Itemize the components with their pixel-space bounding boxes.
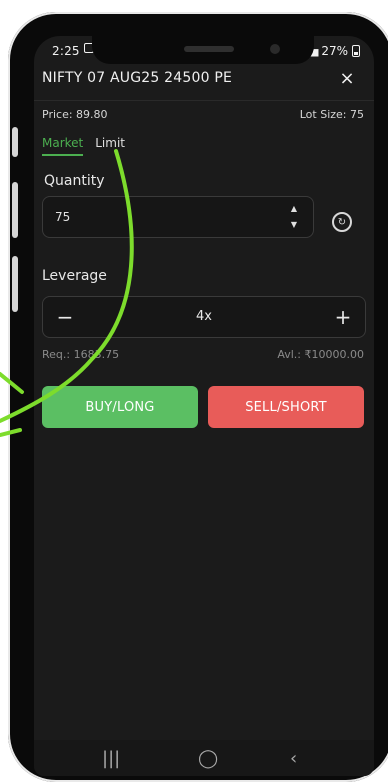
- quantity-input[interactable]: 75 ▲ ▼: [42, 196, 314, 238]
- quantity-value: 75: [55, 210, 71, 224]
- leverage-label: Leverage: [42, 268, 107, 284]
- side-button-top: [12, 127, 18, 157]
- system-navigation: ||| ◯ ‹: [34, 740, 374, 776]
- tab-limit[interactable]: Limit: [95, 136, 125, 156]
- sell-short-button[interactable]: SELL/SHORT: [208, 386, 364, 428]
- stepper-icon[interactable]: ▲ ▼: [289, 205, 299, 229]
- side-button-bottom: [12, 256, 18, 312]
- available-balance: Avl.: ₹10000.00: [277, 348, 364, 361]
- requirements-row: Req.: 1683.75 Avl.: ₹10000.00: [42, 348, 364, 361]
- lot-size-label: Lot Size: 75: [299, 108, 364, 121]
- leverage-control: − 4x +: [42, 296, 366, 338]
- stepper-down-icon[interactable]: ▼: [291, 221, 297, 229]
- battery-percentage: 27%: [321, 44, 348, 58]
- back-icon[interactable]: ‹: [290, 748, 297, 769]
- required-margin: Req.: 1683.75: [42, 348, 120, 361]
- order-type-tabs: Market Limit: [42, 136, 125, 156]
- status-time: 2:25: [52, 44, 80, 58]
- camera-notch: [92, 36, 314, 64]
- quantity-label: Quantity: [44, 173, 105, 189]
- instrument-title: NIFTY 07 AUG25 24500 PE: [42, 70, 233, 86]
- price-label: Price: 89.80: [42, 108, 108, 121]
- header-divider: [34, 100, 374, 101]
- recent-apps-icon[interactable]: |||: [102, 748, 120, 769]
- price-row: Price: 89.80 Lot Size: 75: [42, 108, 364, 121]
- side-button-middle: [12, 182, 18, 238]
- close-icon[interactable]: ×: [338, 70, 356, 88]
- tab-market[interactable]: Market: [42, 136, 84, 156]
- home-icon[interactable]: ◯: [198, 748, 218, 769]
- app-screen: 2:25 ▂▃▅ 27% NIFTY 07 AUG25 24500 PE × P…: [34, 36, 374, 776]
- leverage-value: 4x: [196, 309, 212, 324]
- camera-icon: [270, 44, 280, 54]
- refresh-icon[interactable]: ↻: [332, 212, 352, 232]
- stepper-up-icon[interactable]: ▲: [291, 205, 297, 213]
- leverage-plus-button[interactable]: +: [331, 305, 355, 329]
- buy-long-button[interactable]: BUY/LONG: [42, 386, 198, 428]
- battery-icon: [352, 45, 360, 57]
- order-header: NIFTY 07 AUG25 24500 PE ×: [34, 66, 374, 102]
- speaker-pill: [184, 46, 234, 52]
